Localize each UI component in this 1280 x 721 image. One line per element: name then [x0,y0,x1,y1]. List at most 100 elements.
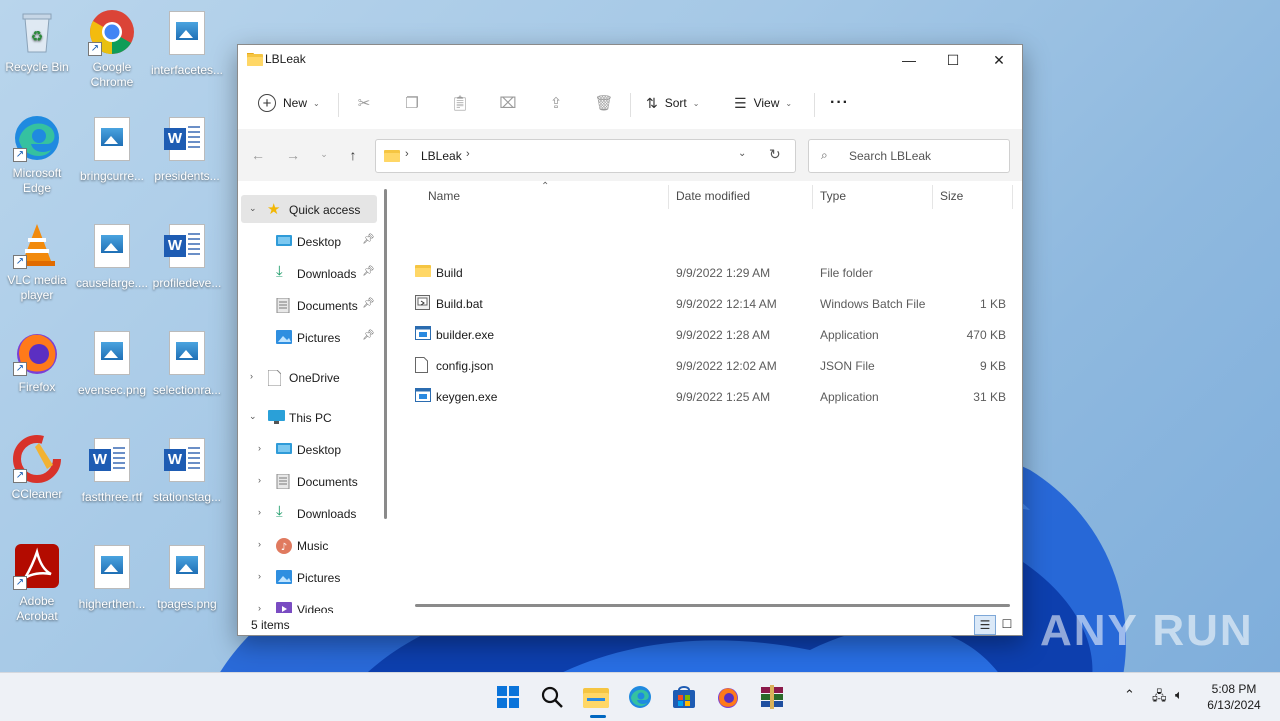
search-box[interactable]: ⌕ [808,139,1010,173]
recent-locations-button[interactable]: ⌄ [312,149,336,167]
taskbar-search-button[interactable] [536,681,568,713]
desktop-icon-adobe-acrobat[interactable]: ↗ Adobe Acrobat [0,542,74,624]
pin-icon[interactable]: 📌︎ [362,234,375,245]
desktop-icon-file[interactable]: W presidents... [150,114,224,184]
taskbar-store[interactable] [668,681,700,713]
column-divider[interactable] [1012,185,1013,209]
breadcrumb-lbleak[interactable]: LBLeak [421,149,462,163]
pin-icon[interactable]: 📌︎ [362,330,375,341]
minimize-button[interactable]: — [886,45,932,75]
chevron-right-icon[interactable]: › [258,603,261,613]
file-row[interactable]: Build.bat 9/9/2022 12:14 AM Windows Batc… [396,288,1014,319]
paste-button[interactable]: 📋︎ [449,89,471,117]
desktop-icon-file[interactable]: evensec.png [75,328,149,398]
see-more-button[interactable]: ··· [830,89,849,117]
close-button[interactable]: ✕ [976,45,1022,75]
desktop-icon-file[interactable]: higherthen... [75,542,149,612]
desktop-icon-file[interactable]: W fastthree.rtf [75,435,149,505]
column-header-type[interactable]: Type [820,189,846,209]
sort-button[interactable]: ⇅ Sort ⌄ [646,89,699,117]
network-icon[interactable]: 🖧︎ [1152,687,1167,709]
desktop-icon-file[interactable]: bringcurre... [75,114,149,184]
cut-button[interactable]: ✂ [353,89,375,117]
desktop-icon-vlc[interactable]: ↗ VLC media player [0,221,74,303]
column-header-name[interactable]: Name [428,189,460,209]
desktop-icon-file[interactable]: selectionra... [150,328,224,398]
view-button[interactable]: ☰ View ⌄ [734,89,792,117]
column-header-size[interactable]: Size [940,189,963,209]
refresh-icon[interactable]: ↻ [769,146,781,163]
column-divider[interactable] [932,185,933,209]
back-button[interactable]: ← [246,147,270,165]
desktop-icon-file[interactable]: W profiledeve... [150,221,224,291]
scrollbar-thumb[interactable] [384,189,387,519]
forward-button[interactable]: → [281,147,305,165]
desktop-icon-firefox[interactable]: ↗ Firefox [0,328,74,395]
taskbar-firefox[interactable] [712,681,744,713]
address-bar[interactable]: › LBLeak › ⌄ ↻ [375,139,796,173]
desktop-icon-microsoft-edge[interactable]: ↗ Microsoft Edge [0,114,74,196]
column-divider[interactable] [668,185,669,209]
pin-icon[interactable]: 📌︎ [362,266,375,277]
nav-quick-access[interactable]: ⌄ ★ Quick access [241,195,377,223]
file-row[interactable]: Build 9/9/2022 1:29 AM File folder [396,257,1014,288]
copy-button[interactable]: ❐ [401,89,423,117]
desktop-icon-file[interactable]: causelarge.... [75,221,149,291]
chevron-right-icon[interactable]: › [258,507,261,517]
file-row[interactable]: config.json 9/9/2022 12:02 AM JSON File … [396,350,1014,381]
system-clock[interactable]: 5:08 PM 6/13/2024 [1196,681,1272,713]
chevron-right-icon[interactable]: › [258,475,261,485]
navigation-scrollbar[interactable] [383,185,389,609]
file-row[interactable]: keygen.exe 9/9/2022 1:25 AM Application … [396,381,1014,412]
search-input[interactable] [847,146,1001,166]
desktop-icon-file[interactable]: W stationstag... [150,435,224,505]
nav-quick-documents[interactable]: Documents 📌︎ [238,291,378,319]
desktop-icon-file[interactable]: interfacetes... [150,8,224,78]
nav-pc-music[interactable]: › ♪ Music [238,531,378,559]
nav-onedrive[interactable]: › OneDrive [238,363,378,391]
taskbar-file-explorer[interactable] [580,681,612,713]
show-hidden-icons-button[interactable]: ⌃ [1124,687,1135,703]
tiles-view-button[interactable]: ☐ [997,615,1017,633]
taskbar-edge[interactable] [624,681,656,713]
nav-quick-downloads[interactable]: ⤓ Downloads 📌︎ [238,259,378,287]
nav-quick-pictures[interactable]: Pictures 📌︎ [238,323,378,351]
chevron-down-icon[interactable]: ⌄ [249,411,257,422]
horizontal-scrollbar[interactable] [415,604,1010,607]
breadcrumb-separator-icon[interactable]: › [466,148,470,160]
nav-pc-pictures[interactable]: › Pictures [238,563,378,591]
nav-pc-documents[interactable]: › Documents [238,467,378,495]
column-header-date[interactable]: Date modified [676,189,750,209]
chevron-right-icon[interactable]: › [250,371,253,381]
chevron-right-icon[interactable]: › [258,571,261,581]
breadcrumb-separator-icon[interactable]: › [405,148,409,160]
nav-pc-videos[interactable]: › Videos [238,595,378,613]
chevron-right-icon[interactable]: › [258,539,261,549]
pin-icon[interactable]: 📌︎ [362,298,375,309]
nav-this-pc[interactable]: ⌄ This PC [238,403,378,431]
new-button[interactable]: + New ⌄ [258,89,320,117]
nav-pc-downloads[interactable]: › ⤓ Downloads [238,499,378,527]
nav-pc-desktop[interactable]: › Desktop [238,435,378,463]
desktop-icon-recycle-bin[interactable]: ♻ Recycle Bin [0,8,74,75]
up-button[interactable]: ↑ [341,147,365,165]
file-row[interactable]: builder.exe 9/9/2022 1:28 AM Application… [396,319,1014,350]
volume-icon[interactable]: 🔈︎ [1175,687,1183,703]
delete-button[interactable]: 🗑︎ [593,89,615,117]
chevron-right-icon[interactable]: › [258,443,261,453]
desktop-icon-file[interactable]: tpages.png [150,542,224,612]
desktop-icon-ccleaner[interactable]: ↗ CCleaner [0,435,74,502]
column-divider[interactable] [812,185,813,209]
nav-quick-desktop[interactable]: Desktop 📌︎ [238,227,378,255]
details-view-button[interactable]: ☰ [974,615,996,635]
share-button[interactable]: ⇪ [545,89,567,117]
title-bar[interactable]: LBLeak — ☐ ✕ [238,45,1022,75]
taskbar-winrar[interactable] [756,681,788,713]
maximize-button[interactable]: ☐ [930,45,976,75]
address-dropdown-icon[interactable]: ⌄ [738,148,746,159]
rename-button[interactable]: ⌧ [497,89,519,117]
chevron-down-icon[interactable]: ⌄ [249,203,257,214]
start-button[interactable] [492,681,524,713]
desktop-icon-google-chrome[interactable]: ↗ Google Chrome [75,8,149,90]
minimize-icon: — [902,52,916,68]
